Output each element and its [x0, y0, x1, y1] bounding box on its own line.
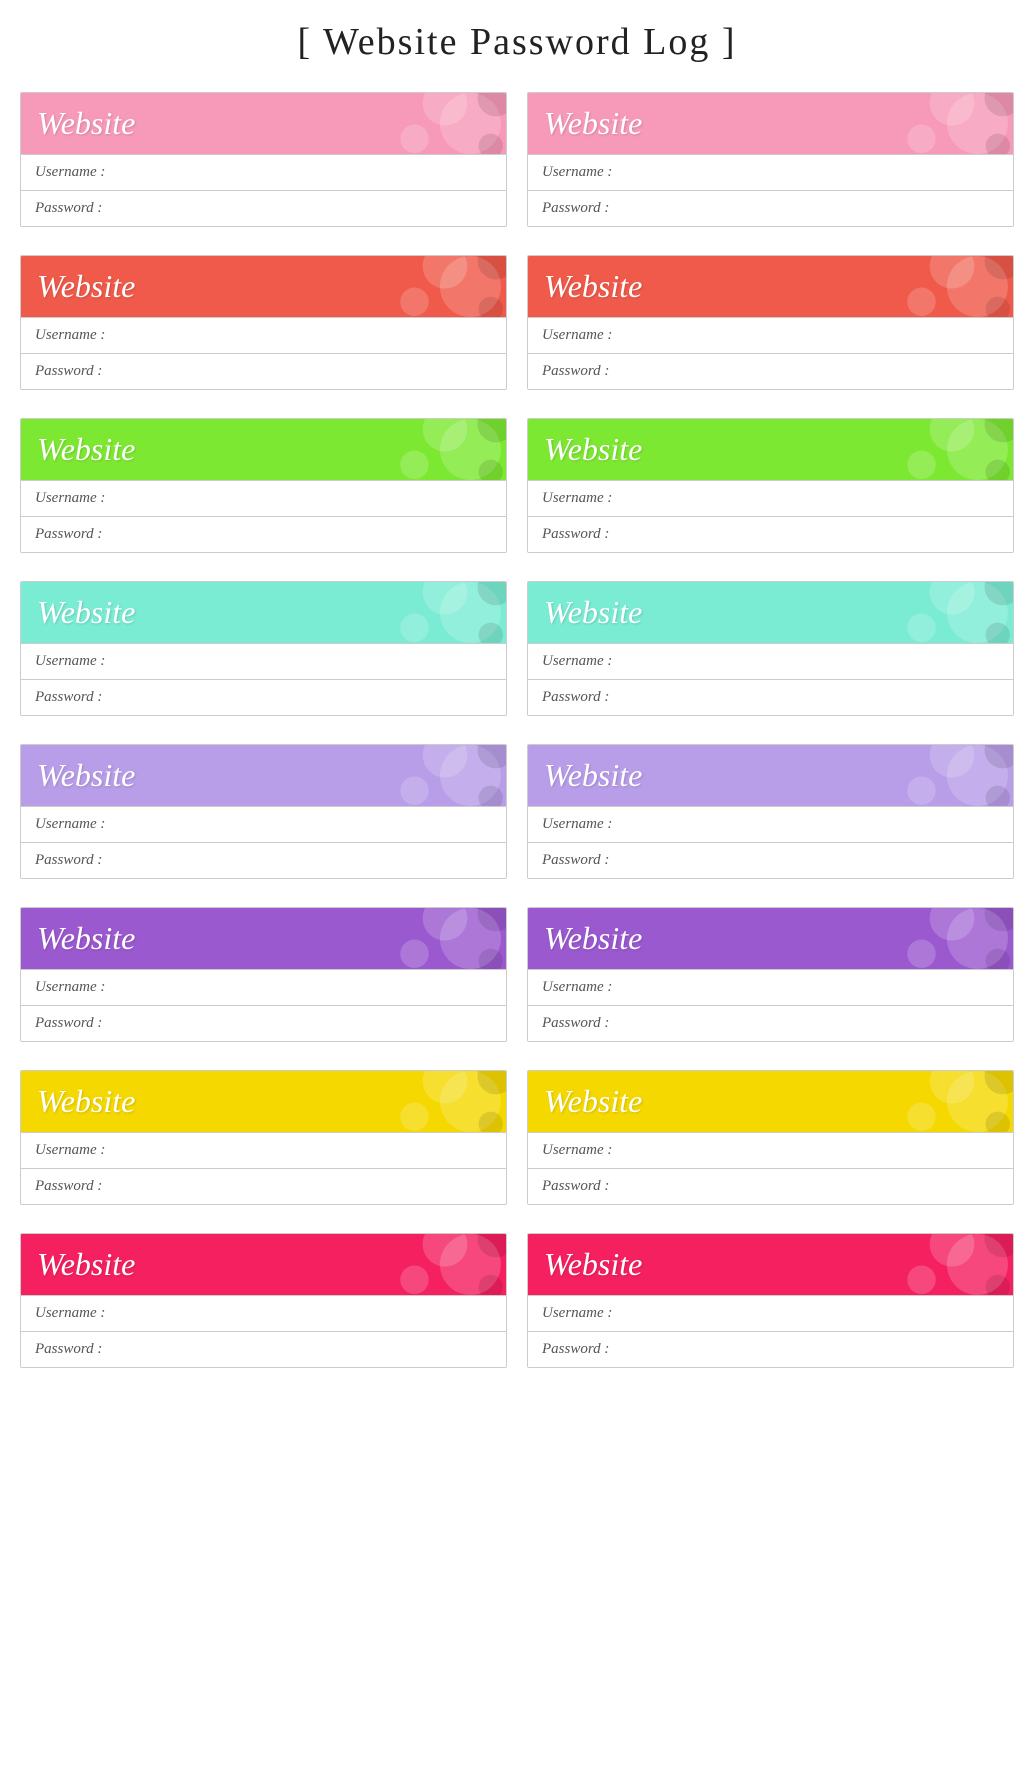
card-header: Website	[528, 93, 1013, 154]
password-field[interactable]: Password :	[528, 1331, 1013, 1367]
card-header: Website	[528, 1234, 1013, 1295]
password-card: Website Username :Password :	[20, 744, 507, 879]
password-field[interactable]: Password :	[528, 842, 1013, 878]
card-body: Username :Password :	[21, 1295, 506, 1367]
username-field[interactable]: Username :	[21, 1295, 506, 1331]
username-field[interactable]: Username :	[21, 1132, 506, 1168]
website-label: Website	[37, 757, 135, 794]
card-header: Website	[21, 582, 506, 643]
password-field[interactable]: Password :	[528, 1168, 1013, 1204]
username-field[interactable]: Username :	[528, 969, 1013, 1005]
card-header: Website	[528, 582, 1013, 643]
card-header: Website	[528, 745, 1013, 806]
website-label: Website	[37, 268, 135, 305]
website-label: Website	[37, 431, 135, 468]
username-field[interactable]: Username :	[528, 480, 1013, 516]
card-body: Username :Password :	[528, 643, 1013, 715]
password-card: Website Username :Password :	[20, 1070, 507, 1205]
website-label: Website	[544, 105, 642, 142]
website-label: Website	[37, 594, 135, 631]
card-header: Website	[528, 1071, 1013, 1132]
card-body: Username :Password :	[21, 969, 506, 1041]
card-header: Website	[21, 745, 506, 806]
card-body: Username :Password :	[528, 317, 1013, 389]
password-card: Website Username :Password :	[527, 581, 1014, 716]
password-card: Website Username :Password :	[527, 418, 1014, 553]
website-label: Website	[544, 594, 642, 631]
card-body: Username :Password :	[528, 1132, 1013, 1204]
website-label: Website	[544, 1246, 642, 1283]
username-field[interactable]: Username :	[528, 1295, 1013, 1331]
password-field[interactable]: Password :	[21, 516, 506, 552]
website-label: Website	[544, 268, 642, 305]
password-card: Website Username :Password :	[20, 581, 507, 716]
password-field[interactable]: Password :	[528, 679, 1013, 715]
card-header: Website	[21, 1234, 506, 1295]
card-body: Username :Password :	[528, 1295, 1013, 1367]
card-header: Website	[528, 908, 1013, 969]
password-card: Website Username :Password :	[20, 255, 507, 390]
website-label: Website	[37, 1083, 135, 1120]
card-header: Website	[21, 93, 506, 154]
website-label: Website	[37, 920, 135, 957]
username-field[interactable]: Username :	[21, 806, 506, 842]
username-field[interactable]: Username :	[21, 969, 506, 1005]
page-title: [ Website Password Log ]	[20, 20, 1014, 64]
password-field[interactable]: Password :	[21, 1168, 506, 1204]
username-field[interactable]: Username :	[528, 154, 1013, 190]
card-header: Website	[528, 419, 1013, 480]
password-field[interactable]: Password :	[21, 353, 506, 389]
username-field[interactable]: Username :	[21, 154, 506, 190]
card-body: Username :Password :	[528, 806, 1013, 878]
card-body: Username :Password :	[21, 154, 506, 226]
username-field[interactable]: Username :	[528, 806, 1013, 842]
username-field[interactable]: Username :	[21, 643, 506, 679]
password-card: Website Username :Password :	[20, 92, 507, 227]
website-label: Website	[37, 105, 135, 142]
card-body: Username :Password :	[21, 480, 506, 552]
password-field[interactable]: Password :	[528, 516, 1013, 552]
card-header: Website	[21, 908, 506, 969]
username-field[interactable]: Username :	[528, 643, 1013, 679]
password-field[interactable]: Password :	[21, 190, 506, 226]
password-card: Website Username :Password :	[527, 907, 1014, 1042]
card-body: Username :Password :	[21, 317, 506, 389]
website-label: Website	[544, 1083, 642, 1120]
password-card: Website Username :Password :	[527, 255, 1014, 390]
password-field[interactable]: Password :	[528, 1005, 1013, 1041]
username-field[interactable]: Username :	[21, 480, 506, 516]
password-field[interactable]: Password :	[528, 353, 1013, 389]
password-card: Website Username :Password :	[527, 744, 1014, 879]
username-field[interactable]: Username :	[528, 317, 1013, 353]
password-card: Website Username :Password :	[527, 1070, 1014, 1205]
card-body: Username :Password :	[528, 154, 1013, 226]
password-card: Website Username :Password :	[20, 418, 507, 553]
website-label: Website	[544, 920, 642, 957]
website-label: Website	[544, 757, 642, 794]
cards-grid: WebsiteUsername :Password :WebsiteUserna…	[20, 92, 1014, 1368]
password-card: Website Username :Password :	[20, 1233, 507, 1368]
username-field[interactable]: Username :	[21, 317, 506, 353]
card-body: Username :Password :	[528, 969, 1013, 1041]
card-body: Username :Password :	[21, 1132, 506, 1204]
website-label: Website	[37, 1246, 135, 1283]
card-header: Website	[21, 256, 506, 317]
password-field[interactable]: Password :	[21, 1331, 506, 1367]
password-field[interactable]: Password :	[21, 679, 506, 715]
password-card: Website Username :Password :	[20, 907, 507, 1042]
card-header: Website	[21, 419, 506, 480]
password-field[interactable]: Password :	[528, 190, 1013, 226]
card-body: Username :Password :	[528, 480, 1013, 552]
card-header: Website	[21, 1071, 506, 1132]
password-field[interactable]: Password :	[21, 842, 506, 878]
password-field[interactable]: Password :	[21, 1005, 506, 1041]
card-body: Username :Password :	[21, 806, 506, 878]
website-label: Website	[544, 431, 642, 468]
card-body: Username :Password :	[21, 643, 506, 715]
password-card: Website Username :Password :	[527, 92, 1014, 227]
username-field[interactable]: Username :	[528, 1132, 1013, 1168]
card-header: Website	[528, 256, 1013, 317]
password-card: Website Username :Password :	[527, 1233, 1014, 1368]
